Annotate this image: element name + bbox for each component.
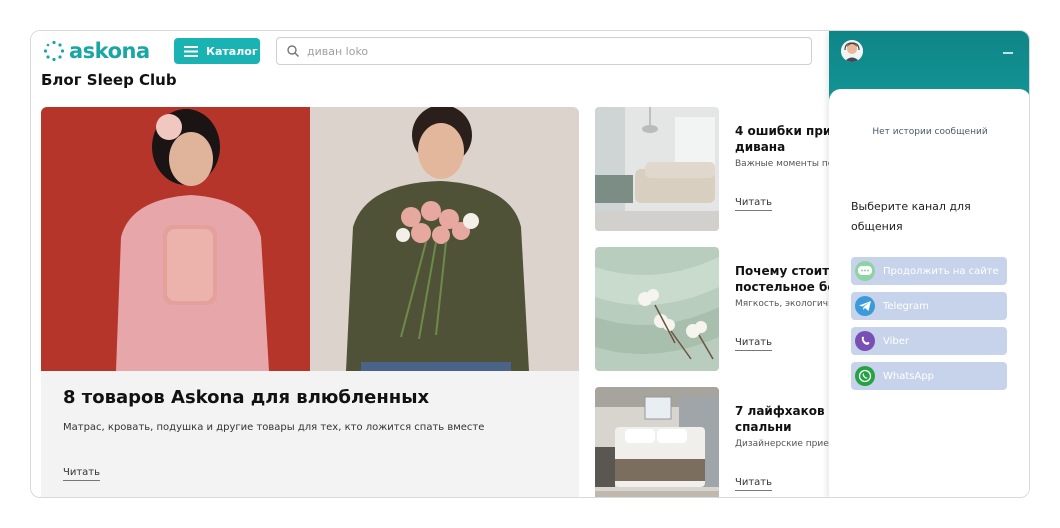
channel-button-site[interactable]: Продолжить на сайте — [851, 257, 1007, 285]
channel-label: Telegram — [883, 300, 929, 312]
channel-button-viber[interactable]: Viber — [851, 327, 1007, 355]
feature-article-title: 8 товаров Askona для влюбленных — [63, 387, 430, 408]
logo[interactable]: askona — [43, 39, 150, 63]
feature-read-link[interactable]: Читать — [63, 467, 101, 481]
chat-widget: Нет истории сообщений Выберите канал для… — [829, 31, 1029, 497]
viber-icon — [855, 331, 875, 351]
choose-channel-text: Выберите канал для общения — [851, 200, 971, 233]
article-read-link[interactable]: Читать — [735, 197, 773, 211]
page-title: Блог Sleep Club — [41, 71, 177, 89]
article-card[interactable]: 7 лайфхаков д спальни Дизайнерские прием… — [595, 387, 865, 497]
menu-icon — [184, 45, 198, 57]
feature-article-text: 8 товаров Askona для влюбленных Матрас, … — [63, 387, 563, 433]
whatsapp-icon — [855, 366, 875, 386]
channel-label: Viber — [883, 335, 910, 347]
catalog-button[interactable]: Каталог — [174, 38, 260, 64]
no-history-text: Нет истории сообщений — [872, 127, 988, 137]
article-card[interactable]: 4 ошибки при дивана Важные моменты пер Ч… — [595, 107, 865, 231]
channel-button-telegram[interactable]: Telegram — [851, 292, 1007, 320]
article-read-link[interactable]: Читать — [735, 477, 773, 491]
browser-frame: askona Каталог Блог Sleep Club — [30, 30, 1030, 498]
feature-article-subtitle: Матрас, кровать, подушка и другие товары… — [63, 422, 485, 433]
channel-label: WhatsApp — [883, 370, 935, 382]
logo-dots-icon — [43, 40, 65, 62]
chat-bubble-icon — [855, 261, 875, 281]
minimize-icon[interactable] — [1001, 41, 1015, 55]
article-image-cotton — [595, 247, 719, 371]
search-bar — [276, 37, 812, 65]
logo-text: askona — [69, 39, 150, 63]
article-read-link[interactable]: Читать — [735, 337, 773, 351]
telegram-icon — [855, 296, 875, 316]
feature-article-card[interactable]: 8 товаров Askona для влюбленных Матрас, … — [41, 107, 579, 497]
catalog-label: Каталог — [206, 44, 258, 58]
article-image-bedroom — [595, 387, 719, 497]
search-icon — [287, 45, 299, 57]
channel-label: Продолжить на сайте — [883, 265, 999, 277]
channel-button-whatsapp[interactable]: WhatsApp — [851, 362, 1007, 390]
article-image-sofa — [595, 107, 719, 231]
article-card[interactable]: Почему стоит н постельное бе Мягкость, э… — [595, 247, 865, 371]
operator-avatar — [841, 40, 863, 62]
feature-article-image — [41, 107, 579, 371]
operator-avatar-icon — [841, 40, 863, 62]
search-input[interactable] — [307, 44, 787, 58]
